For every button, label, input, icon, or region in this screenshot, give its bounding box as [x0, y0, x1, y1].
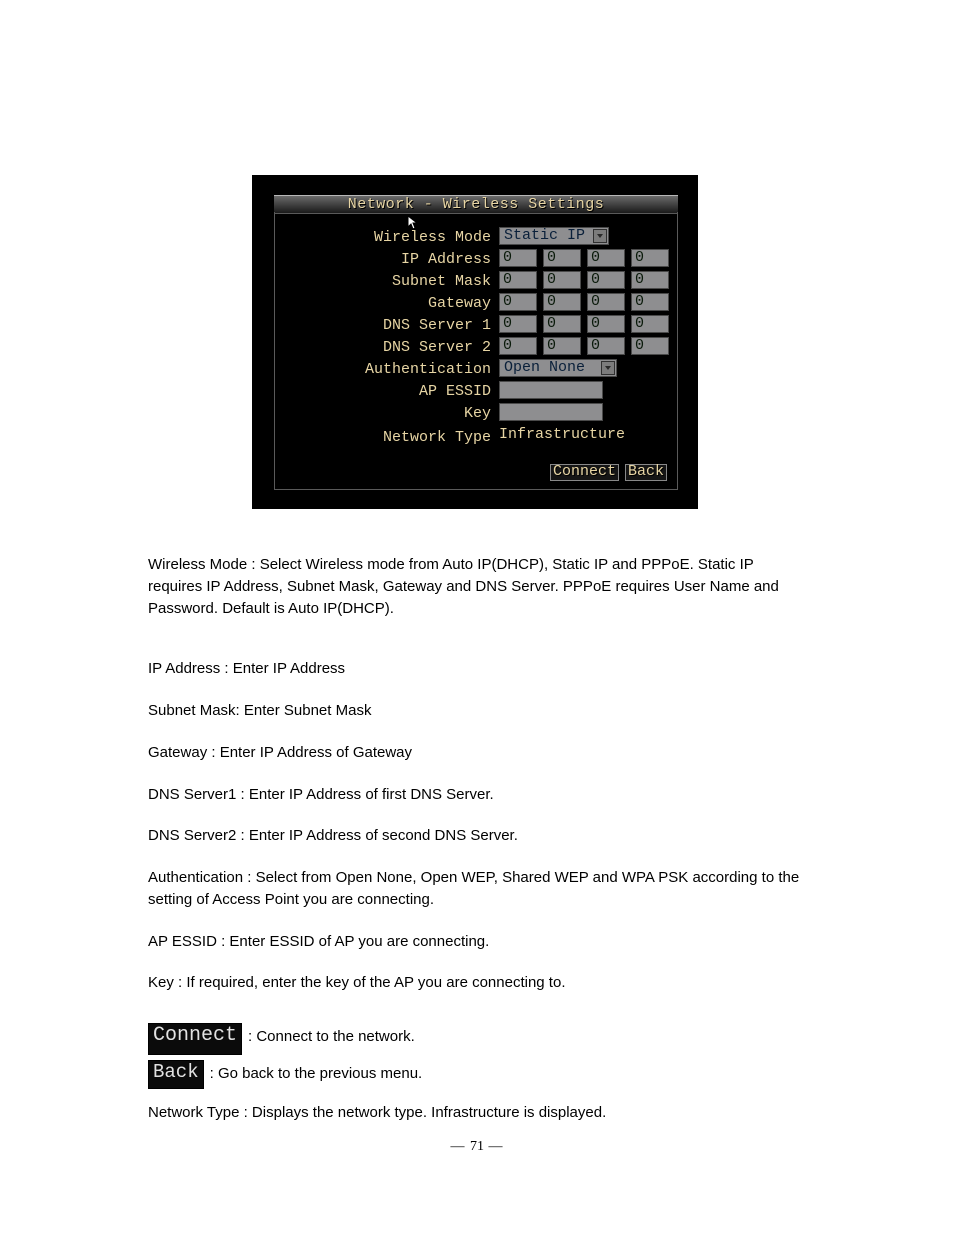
row-ap-essid: AP ESSID: [275, 380, 677, 402]
desc-wireless-mode: Wireless Mode : Select Wireless mode fro…: [148, 554, 808, 619]
ip-address-fields: 0 0 0 0: [499, 249, 669, 267]
chevron-down-icon: [601, 361, 615, 375]
label-subnet-mask: Subnet Mask: [271, 273, 491, 290]
wireless-settings-screenshot: Network - Wireless Settings Wireless Mod…: [252, 175, 698, 509]
dns2-octet-4[interactable]: 0: [631, 337, 669, 355]
dns2-fields: 0 0 0 0: [499, 337, 669, 355]
desc-connect-row: Connect : Connect to the network.: [148, 1023, 415, 1055]
row-authentication: Authentication Open None: [275, 358, 677, 380]
desc-authentication: Authentication : Select from Open None, …: [148, 867, 808, 911]
dns2-octet-3[interactable]: 0: [587, 337, 625, 355]
row-dns1: DNS Server 1 0 0 0 0: [275, 314, 677, 336]
label-key: Key: [271, 405, 491, 422]
desc-ip-address: IP Address : Enter IP Address: [148, 658, 808, 680]
authentication-value: Open None: [500, 360, 589, 376]
desc-connect-text: : Connect to the network.: [248, 1023, 415, 1050]
desc-back-text: : Go back to the previous menu.: [210, 1060, 423, 1087]
gateway-fields: 0 0 0 0: [499, 293, 669, 311]
ip-address-octet-4[interactable]: 0: [631, 249, 669, 267]
dns1-octet-4[interactable]: 0: [631, 315, 669, 333]
wireless-mode-dropdown[interactable]: Static IP: [499, 227, 609, 245]
desc-key: Key : If required, enter the key of the …: [148, 972, 808, 994]
subnet-mask-octet-3[interactable]: 0: [587, 271, 625, 289]
label-authentication: Authentication: [271, 361, 491, 378]
row-network-type: Network Type Infrastructure: [275, 426, 677, 448]
row-ip-address: IP Address 0 0 0 0: [275, 248, 677, 270]
desc-dns2: DNS Server2 : Enter IP Address of second…: [148, 825, 808, 847]
desc-gateway: Gateway : Enter IP Address of Gateway: [148, 742, 808, 764]
subnet-mask-fields: 0 0 0 0: [499, 271, 669, 289]
dns1-octet-2[interactable]: 0: [543, 315, 581, 333]
dialog-body: Wireless Mode Static IP IP Address 0: [274, 212, 678, 490]
subnet-mask-octet-2[interactable]: 0: [543, 271, 581, 289]
desc-subnet-mask: Subnet Mask: Enter Subnet Mask: [148, 700, 808, 722]
key-input[interactable]: [499, 403, 603, 421]
page-number: — 71 —: [0, 1139, 954, 1155]
gateway-octet-4[interactable]: 0: [631, 293, 669, 311]
connect-button[interactable]: Connect: [550, 464, 619, 481]
ip-address-octet-1[interactable]: 0: [499, 249, 537, 267]
label-gateway: Gateway: [271, 295, 491, 312]
gateway-octet-2[interactable]: 0: [543, 293, 581, 311]
dialog-title: Network - Wireless Settings: [274, 196, 678, 213]
row-subnet-mask: Subnet Mask 0 0 0 0: [275, 270, 677, 292]
desc-dns1: DNS Server1 : Enter IP Address of first …: [148, 784, 808, 806]
dns1-octet-1[interactable]: 0: [499, 315, 537, 333]
wireless-mode-value: Static IP: [500, 228, 589, 244]
label-ap-essid: AP ESSID: [271, 383, 491, 400]
connect-button-image: Connect: [148, 1023, 242, 1055]
ap-essid-input[interactable]: [499, 381, 603, 399]
dns1-fields: 0 0 0 0: [499, 315, 669, 333]
chevron-down-icon: [593, 229, 607, 243]
back-button-image-label: Back: [153, 1061, 199, 1083]
label-network-type: Network Type: [271, 429, 491, 446]
desc-network-type: Network Type : Displays the network type…: [148, 1102, 808, 1124]
label-wireless-mode: Wireless Mode: [271, 229, 491, 246]
row-gateway: Gateway 0 0 0 0: [275, 292, 677, 314]
desc-ap-essid: AP ESSID : Enter ESSID of AP you are con…: [148, 931, 808, 953]
dns2-octet-2[interactable]: 0: [543, 337, 581, 355]
network-type-value: Infrastructure: [499, 426, 625, 443]
row-dns2: DNS Server 2 0 0 0 0: [275, 336, 677, 358]
connect-button-label: Connect: [553, 463, 616, 480]
ip-address-octet-2[interactable]: 0: [543, 249, 581, 267]
authentication-dropdown[interactable]: Open None: [499, 359, 617, 377]
subnet-mask-octet-4[interactable]: 0: [631, 271, 669, 289]
label-dns1: DNS Server 1: [271, 317, 491, 334]
dns2-octet-1[interactable]: 0: [499, 337, 537, 355]
gateway-octet-3[interactable]: 0: [587, 293, 625, 311]
desc-back-row: Back : Go back to the previous menu.: [148, 1060, 422, 1089]
label-dns2: DNS Server 2: [271, 339, 491, 356]
back-button-label: Back: [628, 463, 664, 480]
ip-address-octet-3[interactable]: 0: [587, 249, 625, 267]
row-key: Key: [275, 402, 677, 424]
row-wireless-mode: Wireless Mode Static IP: [275, 226, 677, 248]
connect-button-image-label: Connect: [153, 1024, 237, 1047]
back-button-image: Back: [148, 1060, 204, 1089]
gateway-octet-1[interactable]: 0: [499, 293, 537, 311]
label-ip-address: IP Address: [271, 251, 491, 268]
subnet-mask-octet-1[interactable]: 0: [499, 271, 537, 289]
back-button[interactable]: Back: [625, 464, 667, 481]
dns1-octet-3[interactable]: 0: [587, 315, 625, 333]
